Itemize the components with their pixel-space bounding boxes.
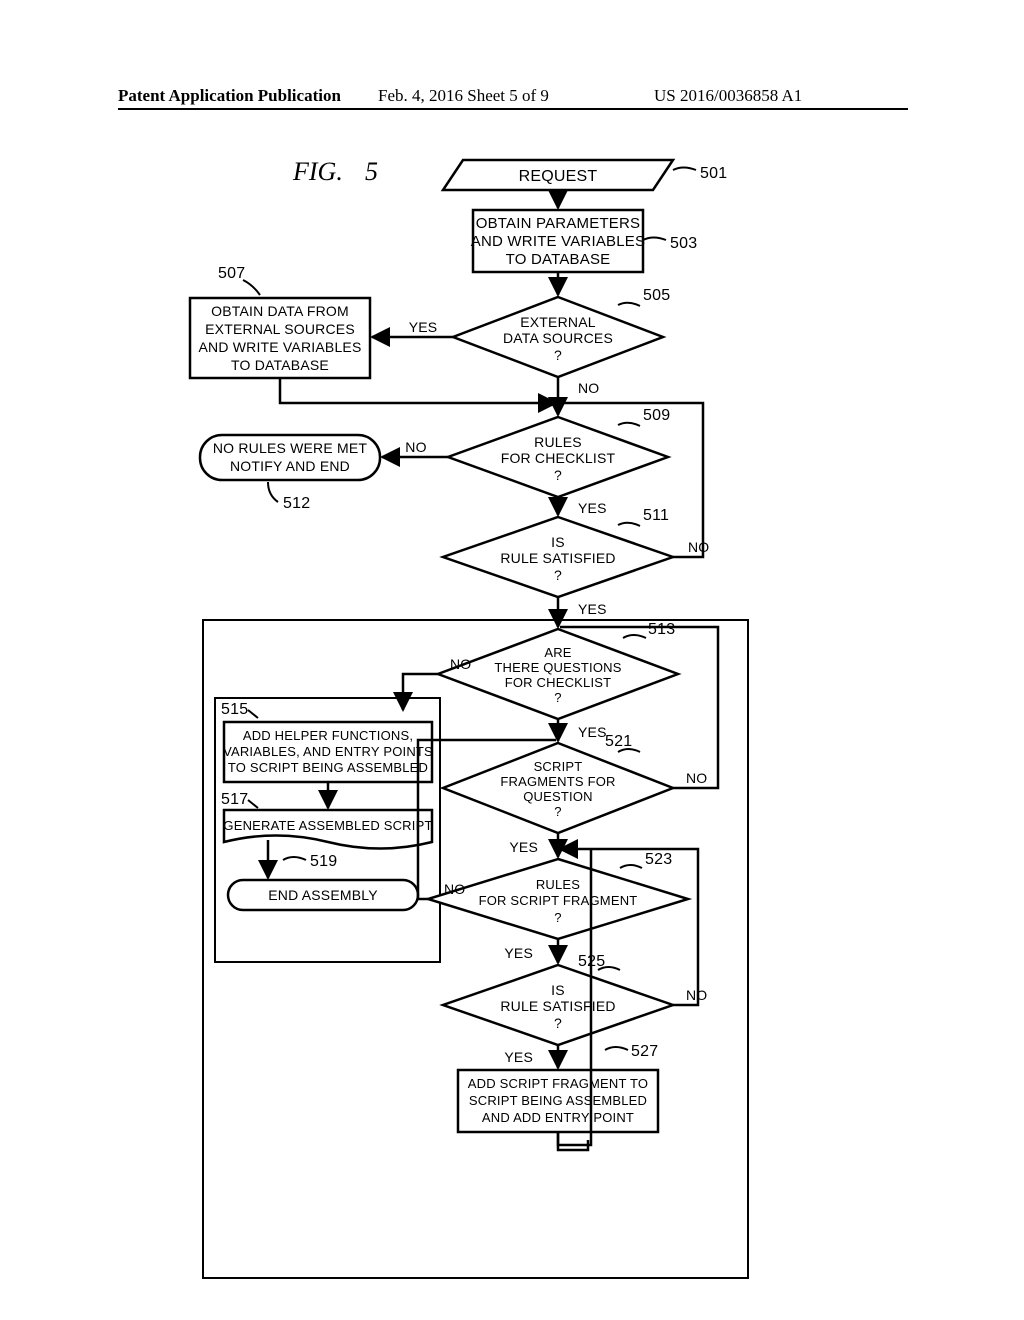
svg-text:509: 509 bbox=[643, 407, 670, 424]
svg-text:OBTAIN PARAMETERS: OBTAIN PARAMETERS bbox=[476, 215, 641, 232]
svg-text:FOR SCRIPT FRAGMENT: FOR SCRIPT FRAGMENT bbox=[479, 893, 638, 908]
svg-text:NO: NO bbox=[450, 656, 471, 672]
svg-text:ADD SCRIPT FRAGMENT TO: ADD SCRIPT FRAGMENT TO bbox=[468, 1076, 648, 1091]
svg-text:SCRIPT BEING ASSEMBLED: SCRIPT BEING ASSEMBLED bbox=[469, 1093, 647, 1108]
svg-text:TO DATABASE: TO DATABASE bbox=[231, 357, 329, 373]
svg-text:519: 519 bbox=[310, 853, 337, 870]
svg-text:QUESTION: QUESTION bbox=[523, 789, 593, 804]
svg-text:TO DATABASE: TO DATABASE bbox=[506, 251, 611, 268]
svg-text:?: ? bbox=[554, 567, 562, 583]
svg-text:AND WRITE VARIABLES: AND WRITE VARIABLES bbox=[471, 233, 645, 250]
svg-text:FOR CHECKLIST: FOR CHECKLIST bbox=[505, 675, 612, 690]
svg-text:EXTERNAL: EXTERNAL bbox=[520, 314, 596, 330]
svg-text:GENERATE ASSEMBLED SCRIPT: GENERATE ASSEMBLED SCRIPT bbox=[223, 818, 432, 833]
node-obtain-parameters: OBTAIN PARAMETERS AND WRITE VARIABLES TO… bbox=[471, 210, 645, 272]
node-request: REQUEST bbox=[443, 160, 673, 190]
svg-text:YES: YES bbox=[509, 839, 538, 855]
svg-text:NO: NO bbox=[688, 539, 709, 555]
svg-text:DATA SOURCES: DATA SOURCES bbox=[503, 330, 613, 346]
svg-text:?: ? bbox=[554, 804, 561, 819]
svg-text:NO: NO bbox=[444, 881, 465, 897]
svg-text:?: ? bbox=[554, 347, 562, 363]
header-rule bbox=[118, 108, 908, 110]
figure-number: 5 bbox=[365, 157, 378, 186]
svg-text:512: 512 bbox=[283, 495, 310, 512]
svg-text:RULE SATISFIED: RULE SATISFIED bbox=[500, 998, 615, 1014]
node-add-script-fragment: ADD SCRIPT FRAGMENT TO SCRIPT BEING ASSE… bbox=[458, 1070, 658, 1132]
node-obtain-external-data: OBTAIN DATA FROM EXTERNAL SOURCES AND WR… bbox=[190, 298, 370, 378]
svg-text:517: 517 bbox=[221, 791, 248, 808]
node-is-rule-satisfied-1: IS RULE SATISFIED ? bbox=[443, 517, 673, 597]
svg-text:ADD HELPER FUNCTIONS,: ADD HELPER FUNCTIONS, bbox=[243, 728, 413, 743]
svg-text:FOR CHECKLIST: FOR CHECKLIST bbox=[501, 450, 616, 466]
node-end-assembly: END ASSEMBLY bbox=[228, 880, 418, 910]
svg-text:NO: NO bbox=[686, 987, 707, 1003]
svg-text:507: 507 bbox=[218, 265, 245, 282]
node-is-rule-satisfied-2: IS RULE SATISFIED ? bbox=[443, 965, 673, 1045]
svg-text:SCRIPT: SCRIPT bbox=[534, 759, 583, 774]
node-rules-for-checklist: RULES FOR CHECKLIST ? bbox=[448, 417, 668, 497]
svg-text:VARIABLES, AND ENTRY POINTS: VARIABLES, AND ENTRY POINTS bbox=[223, 744, 433, 759]
svg-text:505: 505 bbox=[643, 287, 670, 304]
node-add-helper-functions: ADD HELPER FUNCTIONS, VARIABLES, AND ENT… bbox=[223, 722, 433, 782]
svg-text:?: ? bbox=[554, 1015, 562, 1031]
node-script-fragments-for-question: SCRIPT FRAGMENTS FOR QUESTION ? bbox=[443, 743, 673, 833]
svg-text:513: 513 bbox=[648, 621, 675, 638]
header-right: US 2016/0036858 A1 bbox=[654, 86, 802, 106]
svg-text:YES: YES bbox=[578, 601, 607, 617]
svg-text:NO: NO bbox=[405, 439, 426, 455]
svg-text:NO: NO bbox=[686, 770, 707, 786]
svg-text:YES: YES bbox=[504, 1049, 533, 1065]
figure-label: FIG. bbox=[292, 157, 343, 186]
svg-text:515: 515 bbox=[221, 701, 248, 718]
header-left: Patent Application Publication bbox=[118, 86, 341, 106]
svg-text:YES: YES bbox=[504, 945, 533, 961]
svg-text:YES: YES bbox=[578, 724, 607, 740]
node-generate-assembled-script: GENERATE ASSEMBLED SCRIPT bbox=[223, 810, 432, 849]
svg-text:NO RULES WERE MET: NO RULES WERE MET bbox=[213, 440, 368, 456]
svg-text:523: 523 bbox=[645, 851, 672, 868]
svg-text:IS: IS bbox=[551, 982, 565, 998]
svg-text:?: ? bbox=[554, 690, 561, 705]
svg-text:YES: YES bbox=[578, 500, 607, 516]
svg-text:?: ? bbox=[554, 467, 562, 483]
svg-text:501: 501 bbox=[700, 165, 727, 182]
svg-text:END ASSEMBLY: END ASSEMBLY bbox=[268, 887, 378, 903]
svg-text:EXTERNAL SOURCES: EXTERNAL SOURCES bbox=[205, 321, 355, 337]
node-are-there-questions: ARE THERE QUESTIONS FOR CHECKLIST ? bbox=[438, 629, 678, 719]
svg-text:RULES: RULES bbox=[536, 877, 580, 892]
header-center: Feb. 4, 2016 Sheet 5 of 9 bbox=[378, 86, 549, 106]
svg-text:NOTIFY AND END: NOTIFY AND END bbox=[230, 458, 350, 474]
svg-text:511: 511 bbox=[643, 507, 669, 524]
svg-text:TO SCRIPT BEING ASSEMBLED: TO SCRIPT BEING ASSEMBLED bbox=[228, 760, 428, 775]
svg-text:NO: NO bbox=[578, 380, 599, 396]
svg-text:AND ADD ENTRY POINT: AND ADD ENTRY POINT bbox=[482, 1110, 634, 1125]
node-rules-for-script-fragment: RULES FOR SCRIPT FRAGMENT ? bbox=[428, 859, 688, 939]
flowchart-svg: FIG. 5 REQUEST 501 OBTAIN PARAMETERS AND… bbox=[118, 140, 908, 1290]
svg-text:RULES: RULES bbox=[534, 434, 582, 450]
svg-text:AND WRITE VARIABLES: AND WRITE VARIABLES bbox=[198, 339, 361, 355]
svg-text:503: 503 bbox=[670, 235, 697, 252]
svg-text:IS: IS bbox=[551, 534, 565, 550]
patent-page: Patent Application Publication Feb. 4, 2… bbox=[0, 0, 1024, 1320]
svg-text:YES: YES bbox=[409, 319, 438, 335]
svg-text:527: 527 bbox=[631, 1043, 658, 1060]
svg-text:THERE QUESTIONS: THERE QUESTIONS bbox=[494, 660, 621, 675]
node-no-rules-met-terminal: NO RULES WERE MET NOTIFY AND END bbox=[200, 435, 380, 480]
svg-text:521: 521 bbox=[605, 733, 632, 750]
svg-text:ARE: ARE bbox=[544, 645, 571, 660]
svg-text:FRAGMENTS FOR: FRAGMENTS FOR bbox=[500, 774, 615, 789]
svg-text:REQUEST: REQUEST bbox=[519, 168, 598, 185]
svg-text:?: ? bbox=[554, 910, 561, 925]
svg-text:RULE SATISFIED: RULE SATISFIED bbox=[500, 550, 615, 566]
svg-text:OBTAIN DATA FROM: OBTAIN DATA FROM bbox=[211, 303, 349, 319]
node-external-sources-decision: EXTERNAL DATA SOURCES ? bbox=[453, 297, 663, 377]
